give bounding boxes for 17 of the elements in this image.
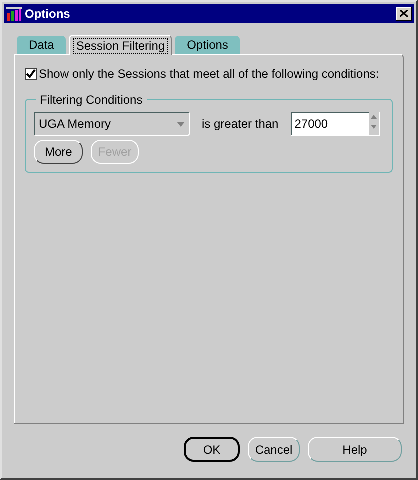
dialog-button[interactable]: Cancel [248, 437, 300, 462]
dropdown-arrow-icon [177, 122, 185, 126]
tab[interactable]: Options [175, 36, 240, 54]
button[interactable]: More [34, 140, 84, 164]
bar-chart-icon [6, 6, 22, 20]
tab[interactable]: Session Filtering [69, 35, 172, 55]
number-field[interactable]: 27000 [290, 112, 369, 136]
close-button[interactable] [396, 6, 412, 20]
checkbox-label[interactable]: Show only the Sessions that meet all of the following conditions: [39, 65, 380, 83]
attribute-dropdown[interactable]: UGA Memory [34, 112, 190, 136]
dialog-button[interactable]: OK [184, 437, 240, 462]
close-icon [400, 10, 408, 17]
window-title: Options [25, 6, 70, 22]
operator-label: is greater than [202, 116, 279, 133]
tab[interactable]: Data [17, 36, 66, 54]
checkbox[interactable] [25, 68, 37, 80]
dialog-button[interactable]: Help [308, 437, 402, 462]
